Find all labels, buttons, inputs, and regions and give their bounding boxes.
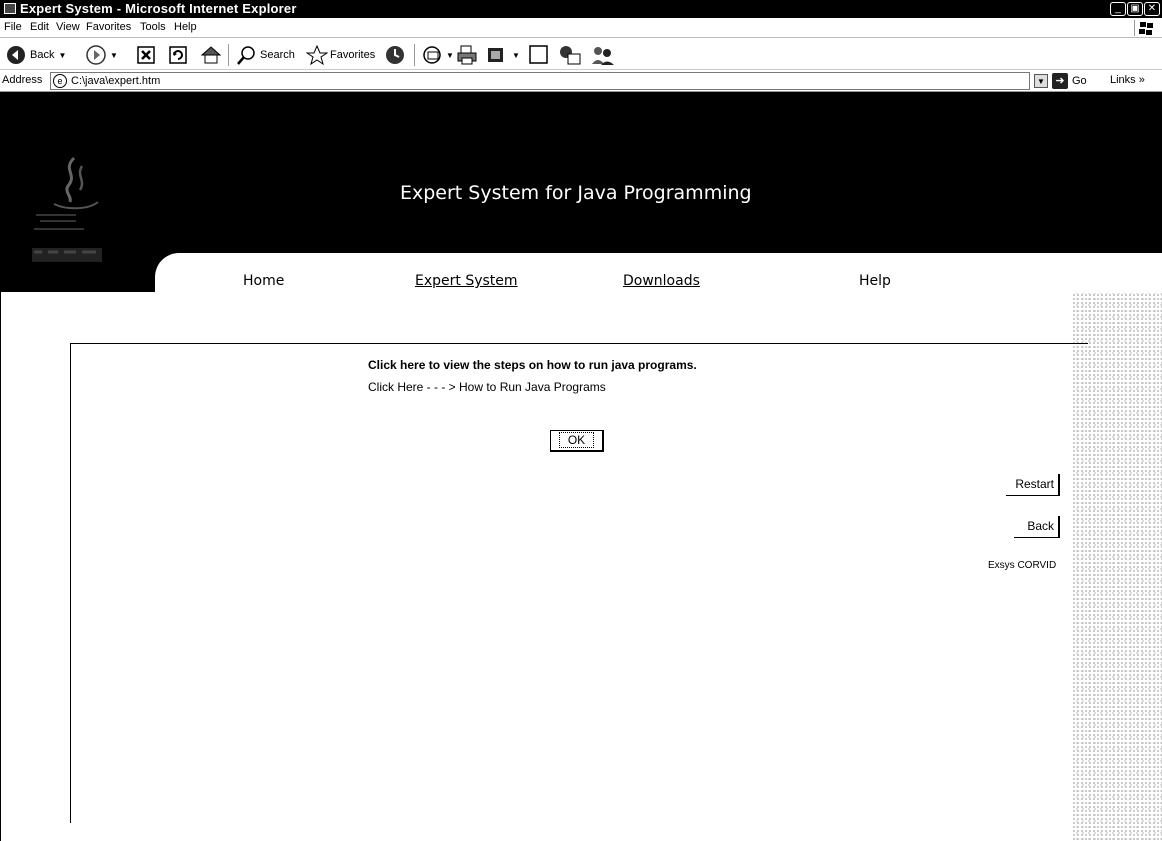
run-java-link[interactable]: Click Here - - - > How to Run Java Progr… bbox=[368, 380, 606, 394]
mail-button[interactable]: ▼ bbox=[422, 44, 454, 66]
people-icon bbox=[592, 47, 614, 65]
instruction-text: Click here to view the steps on how to r… bbox=[368, 358, 697, 372]
forward-button[interactable]: ▼ bbox=[86, 44, 118, 66]
close-button[interactable]: ✕ bbox=[1144, 2, 1160, 16]
maximize-button[interactable]: ▣ bbox=[1127, 2, 1143, 16]
star-icon bbox=[306, 45, 328, 65]
window-title-bar: Expert System - Microsoft Internet Explo… bbox=[0, 0, 1162, 18]
menu-edit[interactable]: Edit bbox=[30, 21, 49, 33]
search-button[interactable]: Search bbox=[236, 44, 295, 66]
history-icon bbox=[386, 46, 404, 64]
restart-button[interactable]: Restart bbox=[1006, 474, 1060, 496]
messenger-button[interactable] bbox=[558, 44, 582, 66]
window-border bbox=[0, 92, 1, 841]
favorites-label: Favorites bbox=[330, 49, 376, 61]
ie-page-icon: e bbox=[53, 74, 67, 88]
menu-bar: File Edit View Favorites Tools Help bbox=[0, 18, 1162, 38]
java-logo bbox=[32, 156, 102, 262]
menu-favorites[interactable]: Favorites bbox=[86, 21, 131, 33]
search-icon bbox=[237, 46, 255, 65]
printer-icon bbox=[457, 45, 477, 65]
window-title: Expert System - Microsoft Internet Explo… bbox=[20, 1, 297, 16]
links-button[interactable]: Links » bbox=[1110, 74, 1145, 86]
refresh-icon bbox=[169, 46, 187, 64]
back-button[interactable]: Back ▼ bbox=[6, 44, 66, 66]
ok-button[interactable]: OK bbox=[550, 430, 604, 452]
go-arrow-icon: ➜ bbox=[1052, 73, 1068, 89]
edit-button[interactable]: ▼ bbox=[486, 44, 520, 66]
back-page-button[interactable]: Back bbox=[1014, 516, 1060, 538]
back-label: Back bbox=[30, 49, 55, 61]
toolbar: Back ▼ ▼ Search Favorites ▼ ▼ bbox=[0, 38, 1162, 70]
nav-help[interactable]: Help bbox=[859, 273, 891, 289]
forward-arrow-icon bbox=[86, 45, 106, 65]
ie-app-icon bbox=[4, 3, 16, 14]
discuss-icon bbox=[529, 45, 548, 64]
ok-label: OK bbox=[558, 432, 595, 448]
menu-file[interactable]: File bbox=[4, 21, 22, 33]
messenger-icon bbox=[560, 46, 581, 65]
nav-downloads[interactable]: Downloads bbox=[623, 273, 700, 289]
chevron-down-icon: ▼ bbox=[446, 50, 454, 60]
toolbar-separator bbox=[228, 44, 229, 66]
home-icon bbox=[200, 46, 222, 64]
history-button[interactable] bbox=[384, 44, 406, 66]
address-bar: Address e C:\java\expert.htm ▼ ➜ Go Link… bbox=[0, 70, 1162, 92]
home-button[interactable] bbox=[200, 44, 222, 66]
research-button[interactable] bbox=[590, 44, 616, 66]
menu-help[interactable]: Help bbox=[174, 21, 197, 33]
refresh-button[interactable] bbox=[168, 44, 188, 66]
site-nav: Home Expert System Downloads Help bbox=[155, 253, 1162, 293]
menu-tools[interactable]: Tools bbox=[140, 21, 166, 33]
mail-icon bbox=[423, 46, 441, 64]
chevron-down-icon: ▼ bbox=[58, 50, 67, 60]
minimize-button[interactable]: _ bbox=[1110, 2, 1126, 16]
toolbar-separator bbox=[414, 44, 415, 66]
address-input[interactable]: e C:\java\expert.htm bbox=[50, 72, 1030, 90]
nav-expert-system[interactable]: Expert System bbox=[415, 273, 518, 289]
expert-system-panel bbox=[70, 343, 1088, 823]
engine-label: Exsys CORVID bbox=[988, 560, 1057, 571]
stop-icon bbox=[137, 46, 155, 64]
search-label: Search bbox=[260, 49, 295, 61]
stop-button[interactable] bbox=[136, 44, 156, 66]
go-label: Go bbox=[1072, 75, 1087, 87]
go-button[interactable]: ▼ ➜ Go bbox=[1034, 73, 1087, 89]
print-button[interactable] bbox=[456, 44, 478, 66]
site-title: Expert System for Java Programming bbox=[400, 182, 752, 204]
address-label: Address bbox=[2, 74, 43, 86]
windows-flag-icon bbox=[1134, 20, 1153, 36]
edit-page-icon bbox=[488, 48, 503, 62]
address-dropdown-icon[interactable]: ▼ bbox=[1034, 74, 1048, 88]
chevron-down-icon: ▼ bbox=[110, 50, 118, 60]
chevron-down-icon: ▼ bbox=[512, 50, 520, 60]
back-arrow-icon bbox=[7, 46, 25, 64]
favorites-button[interactable]: Favorites bbox=[306, 44, 375, 66]
nav-home[interactable]: Home bbox=[243, 273, 284, 289]
discuss-button[interactable] bbox=[528, 44, 550, 66]
address-value: C:\java\expert.htm bbox=[71, 75, 161, 87]
menu-view[interactable]: View bbox=[56, 21, 80, 33]
